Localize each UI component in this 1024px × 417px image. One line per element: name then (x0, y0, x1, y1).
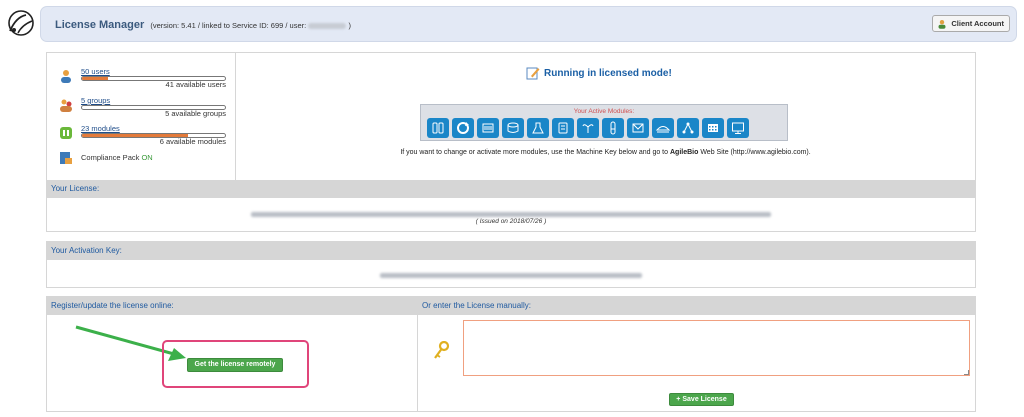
modules-link[interactable]: 23 modules (81, 124, 120, 133)
monitor-icon[interactable] (727, 118, 749, 138)
page-title: License Manager (version: 5.41 / linked … (55, 19, 351, 31)
license-input[interactable] (463, 320, 970, 376)
license-status-panel: 50 users 41 available users 5 groups 5 a… (46, 52, 976, 232)
users-link[interactable]: 50 users (81, 67, 110, 76)
truck-icon[interactable] (652, 118, 674, 138)
barcode-icon[interactable] (702, 118, 724, 138)
license-issued-date: ( Issued on 2018/07/26 ) (475, 218, 547, 225)
running-mode-message: Running in licensed mode! (526, 66, 672, 80)
tube-icon[interactable] (602, 118, 624, 138)
client-account-button[interactable]: Client Account (932, 15, 1010, 32)
plus-icon: + (676, 396, 681, 403)
groups-icon (60, 99, 72, 112)
activation-key-redacted (47, 271, 975, 280)
get-license-remotely-button[interactable]: Get the license remotely (187, 358, 283, 372)
usage-stats: 50 users 41 available users 5 groups 5 a… (47, 53, 236, 180)
activation-section-header: Your Activation Key: (47, 242, 975, 260)
edit-icon (526, 67, 540, 80)
plant-icon[interactable] (577, 118, 599, 138)
flask-icon[interactable] (527, 118, 549, 138)
activation-key-panel: Your Activation Key: (46, 241, 976, 288)
users-icon (61, 70, 71, 83)
app-logo-icon (8, 10, 34, 36)
network-icon[interactable] (677, 118, 699, 138)
user-icon (938, 19, 946, 29)
groups-link[interactable]: 5 groups (81, 96, 110, 105)
refresh-icon[interactable] (452, 118, 474, 138)
key-icon (434, 341, 450, 359)
activation-hint: If you want to change or activate more m… (400, 149, 811, 156)
document-icon[interactable] (552, 118, 574, 138)
compliance-pack-icon (60, 152, 72, 164)
manual-section-header: Or enter the License manually: (418, 297, 975, 315)
status-badge: ON (141, 153, 153, 162)
register-section-header: Register/update the license online: (47, 297, 417, 315)
header-bar: License Manager (version: 5.41 / linked … (40, 6, 1017, 42)
redacted-username (308, 23, 347, 30)
active-modules-panel: Your Active Modules: (420, 104, 788, 141)
modules-icon (60, 127, 72, 139)
doors-icon[interactable] (427, 118, 449, 138)
database-icon[interactable] (502, 118, 524, 138)
license-section-header: Your License: (47, 180, 975, 198)
highlight-box: Get the license remotely (162, 340, 309, 388)
mail-icon[interactable] (627, 118, 649, 138)
version-info: (version: 5.41 / linked to Service ID: 6… (150, 21, 351, 30)
equipment-icon[interactable] (477, 118, 499, 138)
compliance-pack-status: Compliance Pack ON (81, 153, 153, 162)
module-summary: Running in licensed mode! Your Active Mo… (236, 53, 975, 180)
save-license-button[interactable]: + Save License (669, 393, 734, 406)
textarea-resize-handle[interactable] (964, 370, 969, 375)
